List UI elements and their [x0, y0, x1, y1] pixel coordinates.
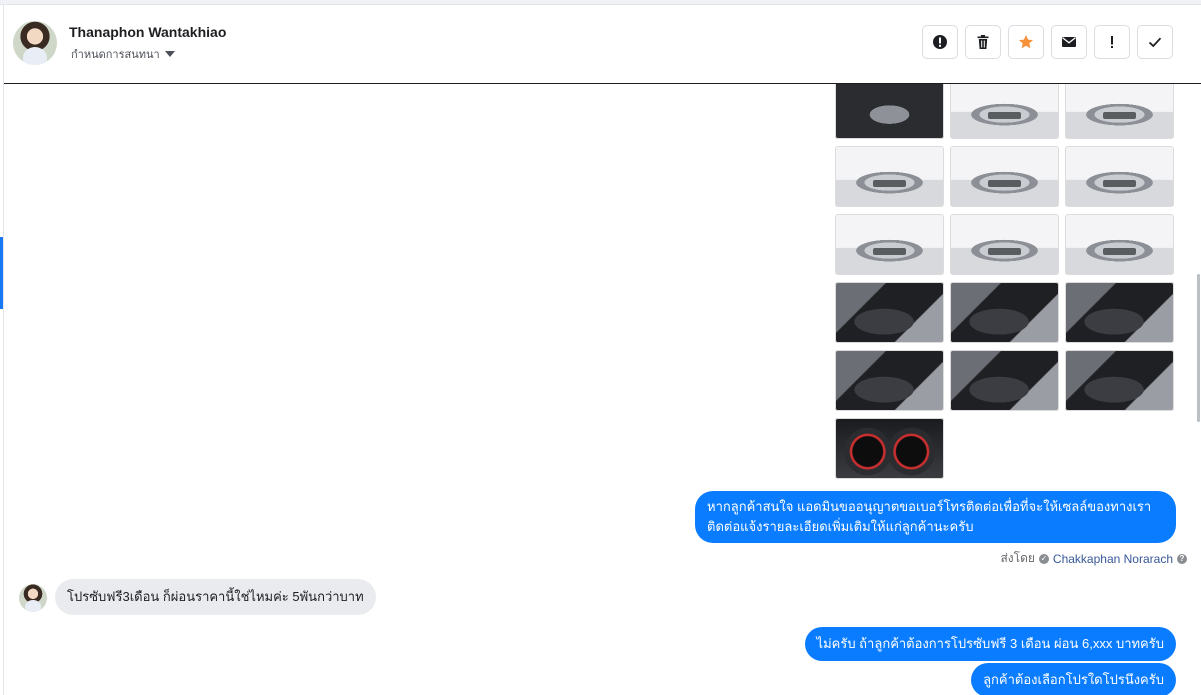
sent-by-label: ส่งโดย [1000, 551, 1035, 565]
photo-thumbnail[interactable] [950, 282, 1059, 343]
photo-thumbnail[interactable] [1065, 350, 1174, 411]
photo-thumbnail[interactable] [1065, 146, 1174, 207]
photo-thumbnail[interactable] [835, 146, 944, 207]
outgoing-message[interactable]: หากลูกค้าสนใจ แอดมินขออนุญาตขอเบอร์โทรติ… [695, 491, 1176, 543]
mark-done-button[interactable] [1137, 25, 1173, 59]
message-thread[interactable]: หากลูกค้าสนใจ แอดมินขออนุญาตขอเบอร์โทรติ… [4, 84, 1197, 695]
thread-scrollbar[interactable] [1197, 274, 1200, 422]
photo-thumbnail[interactable] [1065, 214, 1174, 275]
mark-unread-button[interactable] [1051, 25, 1087, 59]
contact-avatar[interactable] [13, 21, 57, 65]
star-button[interactable] [1008, 25, 1044, 59]
verified-icon: ✓ [1038, 553, 1049, 564]
sent-by-agent[interactable]: Chakkaphan Norarach [1053, 552, 1173, 566]
help-icon[interactable]: ? [1177, 553, 1187, 564]
contact-name[interactable]: Thanaphon Wantakhiao [69, 24, 226, 40]
caret-down-icon [164, 51, 175, 57]
assign-conversation-dropdown[interactable]: กำหนดการสนทนา [71, 45, 175, 63]
delete-button[interactable] [965, 25, 1001, 59]
photo-thumbnail[interactable] [950, 350, 1059, 411]
incoming-message[interactable]: โปรซับฟรี3เดือน ก็ผ่อนราคานี้ใช่ไหมค่ะ 5… [55, 579, 376, 615]
active-indicator [0, 237, 3, 309]
photo-thumbnail[interactable] [835, 418, 944, 479]
photo-thumbnail[interactable] [950, 84, 1059, 139]
trash-icon [977, 35, 989, 49]
contact-avatar-small[interactable] [19, 584, 47, 612]
photo-thumbnail[interactable] [835, 214, 944, 275]
sent-by-info: ส่งโดย ✓ Chakkaphan Norarach ? [1000, 549, 1187, 568]
check-icon [1148, 37, 1162, 48]
photo-thumbnail[interactable] [835, 350, 944, 411]
follow-up-button[interactable] [1094, 25, 1130, 59]
envelope-icon [1062, 37, 1076, 47]
photo-thumbnail[interactable] [835, 84, 944, 139]
conversation-actions [922, 25, 1173, 59]
star-icon [1019, 35, 1033, 49]
alert-circle-icon [933, 35, 947, 49]
photo-thumbnail[interactable] [1065, 84, 1174, 139]
photo-thumbnail[interactable] [950, 214, 1059, 275]
outgoing-message[interactable]: ลูกค้าต้องเลือกโปรใดโปรนึงครับ [971, 663, 1176, 695]
exclamation-icon [1111, 36, 1113, 48]
photo-thumbnail[interactable] [1065, 282, 1174, 343]
assign-conversation-label: กำหนดการสนทนา [71, 49, 160, 61]
photo-thumbnail[interactable] [950, 146, 1059, 207]
outgoing-message[interactable]: ไม่ครับ ถ้าลูกค้าต้องการโปรซับฟรี 3 เดือ… [804, 627, 1176, 661]
message-text-line: ติดต่อแจ้งรายละเอียดเพิ่มเติมให้แก่ลูกค้… [707, 519, 974, 534]
message-text-line: หากลูกค้าสนใจ แอดมินขออนุญาตขอเบอร์โทรติ… [707, 499, 1152, 514]
conversation-header: Thanaphon Wantakhiao กำหนดการสนทนา [4, 5, 1201, 84]
report-spam-button[interactable] [922, 25, 958, 59]
photo-thumbnail[interactable] [835, 282, 944, 343]
